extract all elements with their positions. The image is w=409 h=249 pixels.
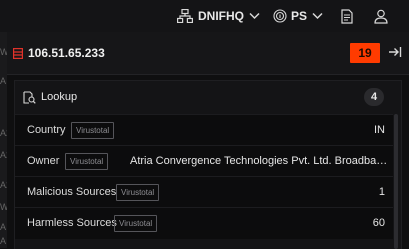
list-fragment: A bbox=[0, 236, 7, 246]
fingerprint-icon bbox=[273, 9, 287, 23]
user-label: PS bbox=[291, 9, 308, 23]
ip-address[interactable]: 106.51.65.233 bbox=[28, 46, 105, 60]
user-icon bbox=[374, 9, 388, 24]
background-list-strip: W A A2 A2 A2 W A A bbox=[0, 32, 7, 248]
document-button[interactable] bbox=[341, 0, 353, 32]
list-fragment: W bbox=[0, 202, 7, 212]
user-switcher[interactable]: PS bbox=[273, 0, 323, 32]
scrollbar-thumb[interactable] bbox=[394, 114, 398, 249]
list-fragment: A2 bbox=[0, 180, 7, 190]
lookup-section-header[interactable]: Lookup 4 bbox=[15, 81, 401, 113]
row-label: Country bbox=[27, 124, 66, 136]
row-label: Harmless Sources bbox=[27, 217, 117, 229]
detail-header: 106.51.65.233 19 bbox=[7, 32, 409, 75]
row-value: 1 bbox=[378, 186, 385, 198]
row-value: 60 bbox=[372, 217, 385, 229]
row-value: Atria Convergence Technologies Pvt. Ltd.… bbox=[130, 155, 392, 167]
row-label: Owner bbox=[27, 155, 60, 167]
profile-button[interactable] bbox=[374, 0, 388, 32]
list-fragment: A2 bbox=[0, 128, 7, 138]
network-icon bbox=[177, 9, 193, 23]
org-label: DNIFHQ bbox=[198, 9, 244, 23]
source-tag: Virustotal bbox=[114, 215, 158, 232]
lookup-icon bbox=[23, 91, 36, 107]
source-tag: Virustotal bbox=[71, 122, 115, 139]
list-fragment: W bbox=[0, 47, 7, 57]
server-icon bbox=[13, 48, 24, 62]
chevron-down-icon bbox=[249, 12, 260, 20]
document-icon bbox=[341, 8, 353, 24]
chevron-down-icon bbox=[312, 12, 323, 20]
lookup-panel: Lookup 4 Country Virustotal IN Owner Vir… bbox=[14, 80, 402, 249]
panel-scrollbar[interactable] bbox=[393, 114, 399, 249]
lookup-row-harmless-sources: Harmless Sources Virustotal 60 bbox=[15, 207, 393, 239]
list-fragment: A2 bbox=[0, 150, 7, 160]
source-tag: Virustotal bbox=[116, 184, 160, 201]
row-value: IN bbox=[374, 124, 385, 136]
lookup-row-owner: Owner Virustotal Atria Convergence Techn… bbox=[15, 145, 393, 177]
row-label: Malicious Sources bbox=[27, 186, 117, 198]
top-bar: DNIFHQ PS bbox=[0, 0, 409, 32]
source-tag: Virustotal bbox=[65, 153, 109, 170]
lookup-title: Lookup bbox=[41, 91, 78, 103]
lookup-count-badge: 4 bbox=[364, 88, 384, 106]
lookup-row-malicious-sources: Malicious Sources Virustotal 1 bbox=[15, 176, 393, 208]
list-fragment: A bbox=[0, 222, 7, 232]
list-fragment: A bbox=[0, 76, 7, 86]
lookup-row-country: Country Virustotal IN bbox=[15, 114, 393, 146]
collapse-panel-button[interactable] bbox=[388, 45, 402, 62]
event-count-badge: 19 bbox=[350, 43, 380, 63]
org-switcher[interactable]: DNIFHQ bbox=[177, 0, 260, 32]
